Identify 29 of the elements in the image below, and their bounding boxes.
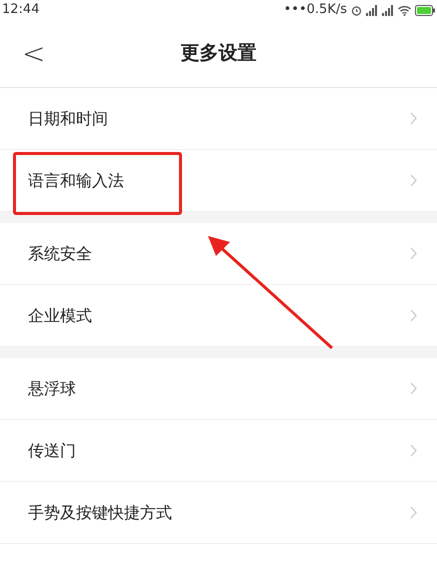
chevron-icon: [410, 174, 417, 187]
settings-row[interactable]: 企业模式: [0, 285, 437, 347]
wifi-icon: [398, 4, 411, 16]
page-title: 更多设置: [180, 41, 256, 66]
status-time: 12:44: [2, 1, 40, 20]
chevron-icon: [410, 444, 417, 457]
row-label: 悬浮球: [28, 378, 76, 400]
settings-row[interactable]: 语言和输入法: [0, 150, 437, 212]
row-label: 日期和时间: [28, 108, 108, 130]
battery-icon: [415, 4, 435, 16]
network-speed: •••0.5K/s: [284, 1, 347, 20]
settings-row[interactable]: 手势及按键快捷方式: [0, 482, 437, 544]
chevron-icon: [410, 309, 417, 322]
chevron-icon: [410, 382, 417, 395]
row-label: 语言和输入法: [28, 170, 124, 192]
back-button[interactable]: <: [22, 40, 46, 68]
settings-row[interactable]: 悬浮球: [0, 358, 437, 420]
settings-row[interactable]: 传送门: [0, 420, 437, 482]
chevron-icon: [410, 112, 417, 125]
row-label: 传送门: [28, 440, 76, 462]
signal-icon: [366, 4, 378, 16]
settings-row[interactable]: 日期和时间: [0, 88, 437, 150]
signal-icon: [382, 4, 394, 16]
row-label: 手势及按键快捷方式: [28, 502, 172, 524]
chevron-icon: [410, 247, 417, 260]
chevron-icon: [410, 506, 417, 519]
row-label: 系统安全: [28, 242, 92, 264]
row-label: 企业模式: [28, 304, 92, 326]
alarm-icon: [351, 4, 362, 16]
